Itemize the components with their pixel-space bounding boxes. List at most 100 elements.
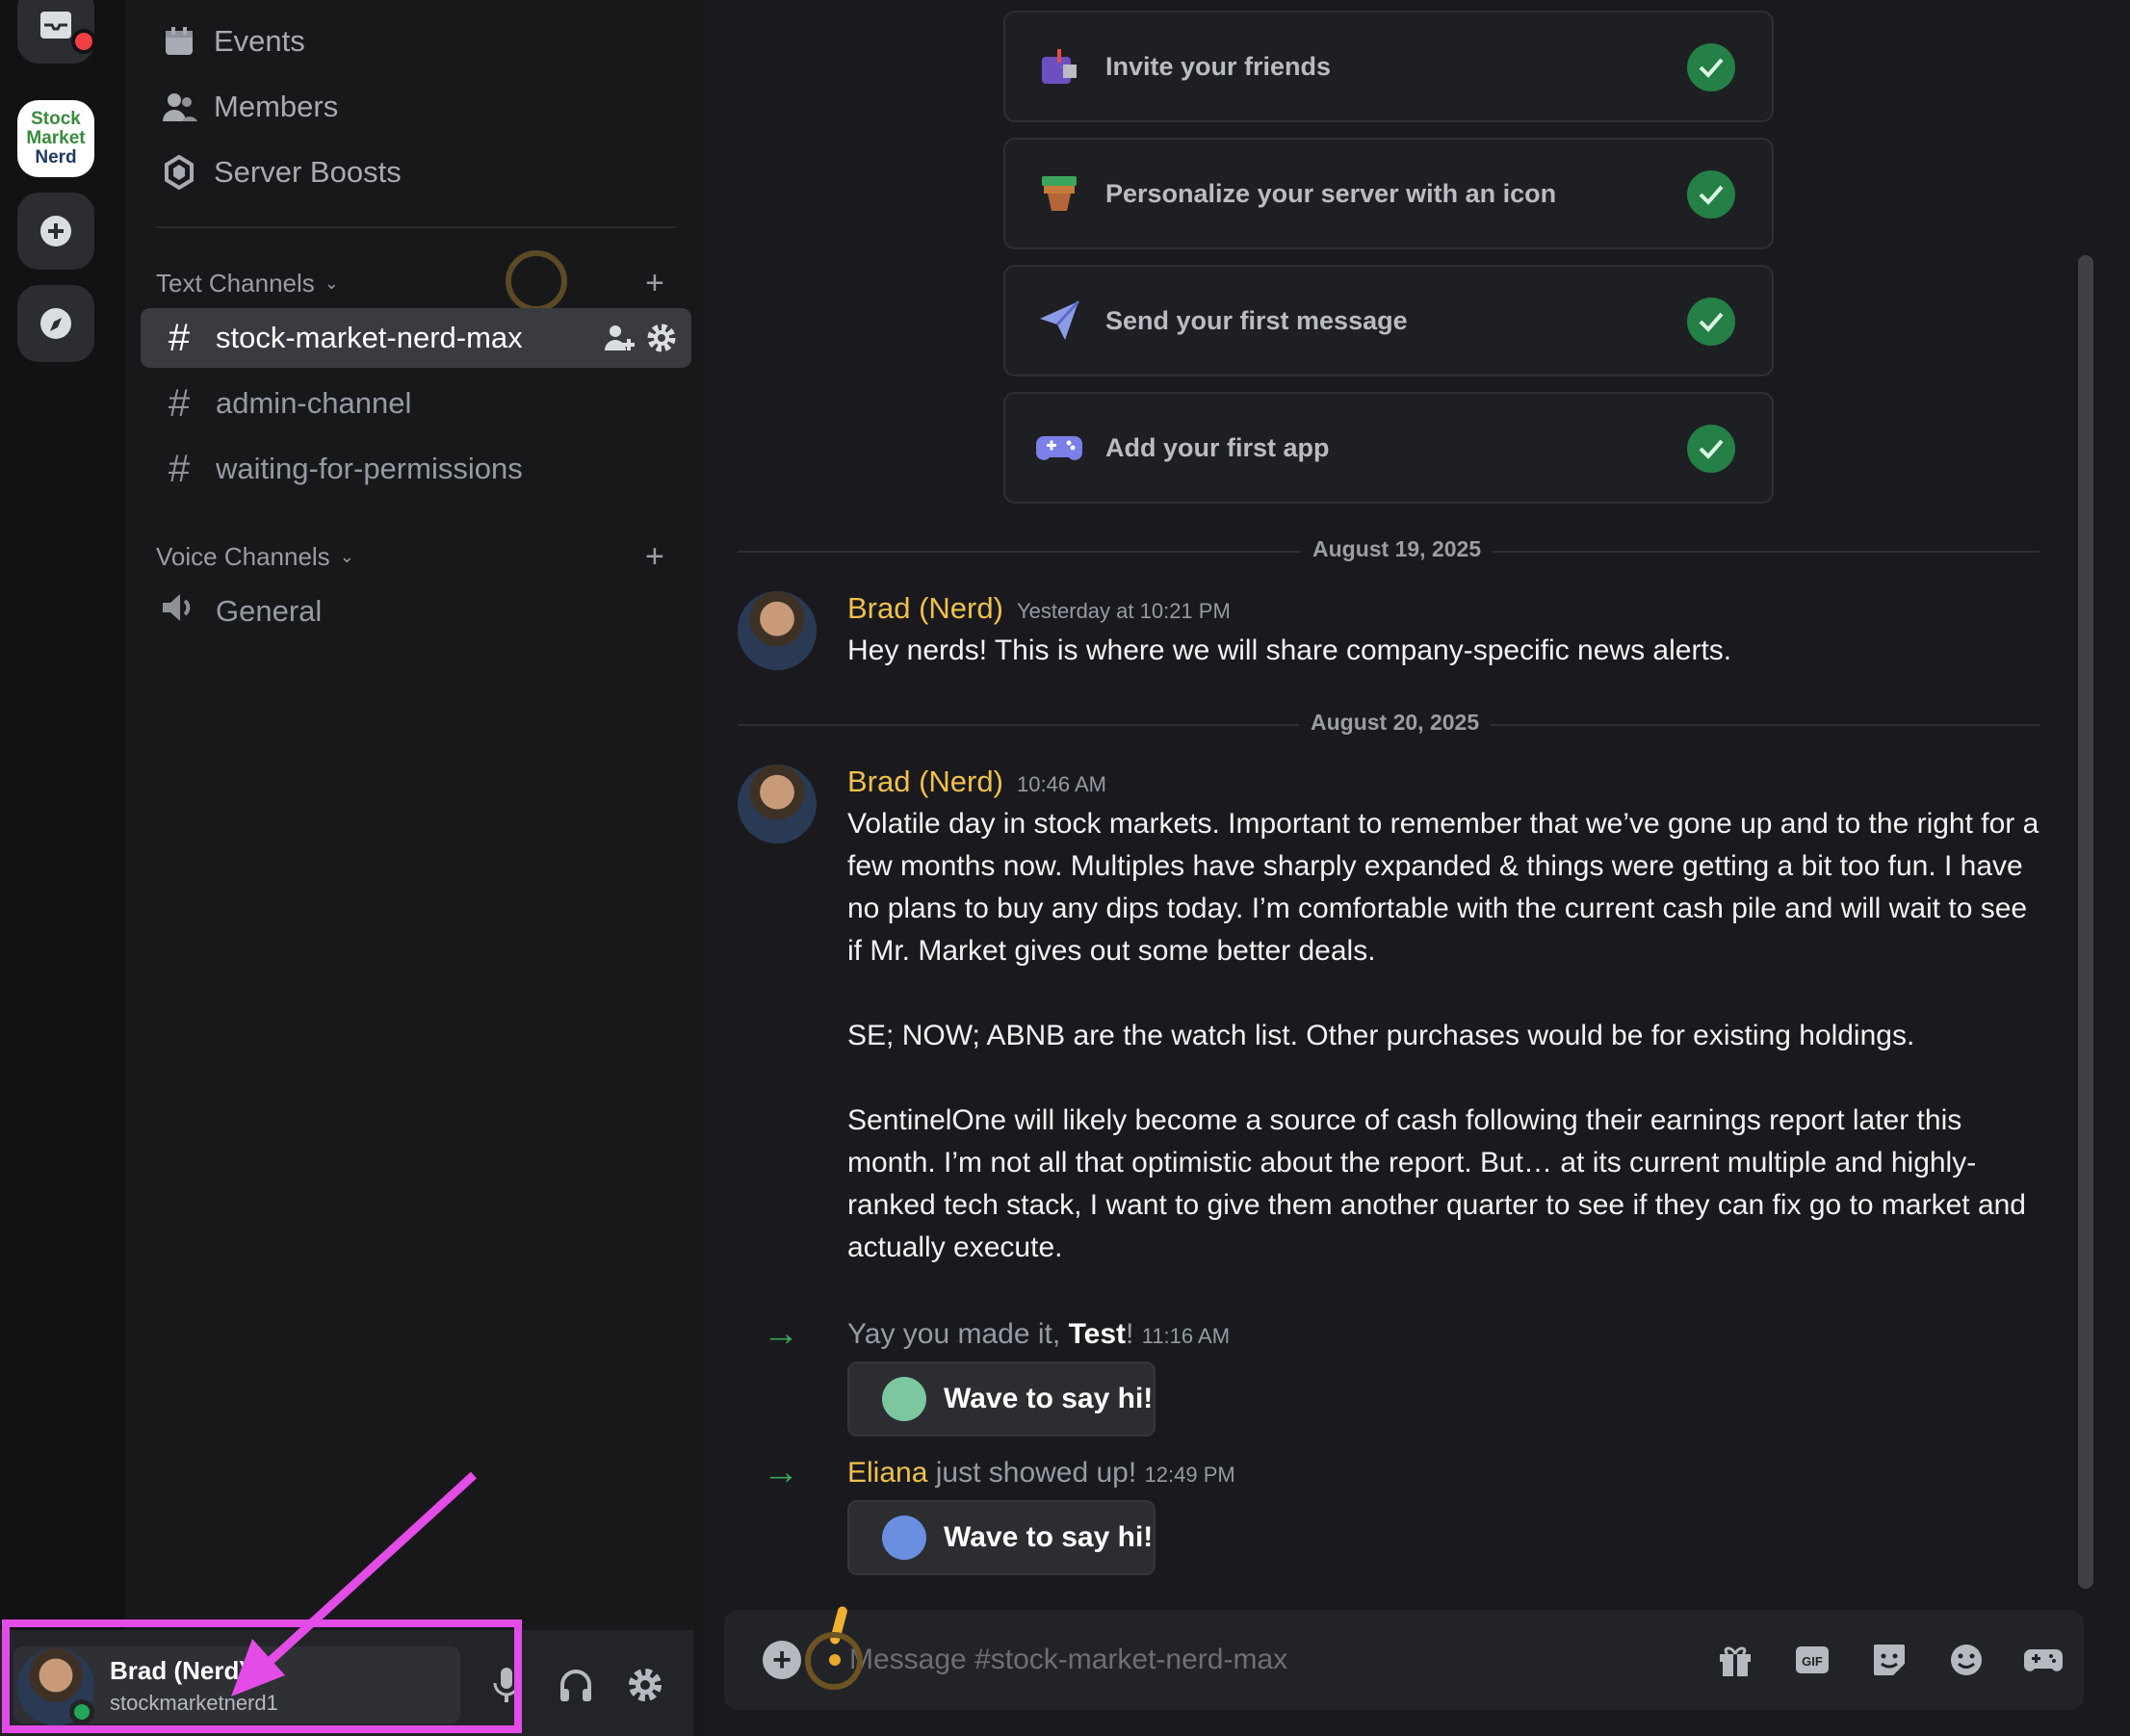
add-server-button[interactable] [17, 193, 94, 270]
channel-actions [603, 322, 678, 354]
joined-user-name[interactable]: Test [1069, 1318, 1126, 1350]
message-timestamp: 12:49 PM [1144, 1463, 1235, 1487]
smiley-icon [1951, 1645, 1982, 1675]
gamepad-icon [2024, 1649, 2063, 1671]
members-icon [156, 91, 202, 123]
scrollbar-thumb[interactable] [2078, 255, 2093, 1589]
message-paragraph: Hey nerds! This is where we will share c… [847, 635, 1732, 666]
headphones-icon [560, 1670, 591, 1701]
channel-voice-general[interactable]: General [141, 582, 691, 641]
annotation-highlight-box [2, 1619, 522, 1733]
date-label: August 19, 2025 [1301, 536, 1494, 562]
boost-icon [156, 155, 202, 190]
checklist-item-invite[interactable]: Invite your friends [1003, 11, 1774, 122]
join-prefix: Yay you made it, [847, 1318, 1069, 1350]
cursor-ring-indicator [506, 250, 567, 312]
message-composer: + GIF [724, 1610, 2084, 1710]
checklist-label: Add your first app [1105, 432, 1330, 462]
sidebar-item-label: Members [214, 90, 339, 123]
avatar[interactable] [738, 764, 817, 843]
compass-icon [40, 308, 71, 339]
message-paragraph: SentinelOne will likely become a source … [847, 1104, 2026, 1263]
category-label: Voice Channels [156, 541, 330, 571]
message-timestamp: 11:16 AM [1141, 1324, 1231, 1348]
pot-icon [1034, 168, 1084, 219]
join-arrow-icon: → [763, 1452, 799, 1492]
server-rail: Stock Market Nerd [0, 0, 125, 1736]
checkmark-icon [1687, 170, 1735, 219]
discover-button[interactable] [17, 285, 94, 362]
channel-label: General [216, 594, 323, 628]
sidebar-item-server-boosts[interactable]: Server Boosts [156, 145, 402, 199]
message-timestamp: 10:46 AM [1017, 772, 1106, 796]
create-voice-channel-button[interactable]: + [645, 540, 664, 573]
discord-app: Stock Market Nerd Events Members Server … [0, 0, 2130, 1736]
mailbox-icon [1034, 41, 1084, 91]
checkmark-icon [1687, 43, 1735, 91]
message-paragraph: Volatile day in stock markets. Important… [847, 808, 2039, 967]
chevron-down-icon: ⌄ [324, 272, 339, 293]
svg-text:GIF: GIF [1802, 1654, 1823, 1669]
user-settings-button[interactable] [618, 1658, 672, 1712]
paper-plane-icon [1034, 296, 1084, 346]
logo-line-1: Stock [31, 109, 81, 129]
gif-button[interactable]: GIF [1789, 1637, 1835, 1683]
message-input[interactable] [849, 1635, 1620, 1685]
sticker-icon [1874, 1645, 1905, 1675]
server-icon-stock-market-nerd[interactable]: Stock Market Nerd [17, 100, 94, 177]
checklist-item-first-app[interactable]: Add your first app [1003, 392, 1774, 504]
apps-button[interactable] [2020, 1637, 2066, 1683]
deafen-button[interactable] [549, 1658, 603, 1712]
message-paragraph: SE; NOW; ABNB are the watch list. Other … [847, 1020, 1915, 1051]
channel-label: admin-channel [216, 386, 412, 420]
sidebar-item-members[interactable]: Members [156, 80, 338, 134]
inbox-button[interactable] [17, 0, 96, 64]
chat-area: Invite your friends Personalize your ser… [709, 0, 2130, 1736]
gear-icon [629, 1669, 662, 1701]
category-text-channels[interactable]: Text Channels ⌄ [156, 264, 339, 302]
channel-sidebar: Events Members Server Boosts Text Channe… [125, 0, 708, 1736]
message-content: Volatile day in stock markets. Important… [847, 803, 2041, 1269]
sidebar-item-label: Events [214, 24, 305, 58]
checklist-label: Invite your friends [1105, 51, 1332, 81]
wave-sticker-icon [882, 1377, 926, 1421]
click-indicator-dot [829, 1654, 841, 1666]
category-voice-channels[interactable]: Voice Channels ⌄ [156, 537, 354, 576]
checkmark-icon [1687, 425, 1735, 473]
checklist-item-first-message[interactable]: Send your first message [1003, 265, 1774, 376]
logo-line-3: Nerd [35, 147, 77, 168]
invite-member-icon[interactable] [603, 322, 636, 354]
sidebar-item-events[interactable]: Events [156, 14, 305, 68]
gift-button[interactable] [1712, 1637, 1758, 1683]
sticker-button[interactable] [1866, 1637, 1912, 1683]
sidebar-item-label: Server Boosts [214, 155, 402, 189]
message-timestamp: Yesterday at 10:21 PM [1017, 599, 1231, 623]
channel-stock-market-nerd-max[interactable]: # stock-market-nerd-max [141, 308, 691, 368]
gear-icon[interactable] [645, 322, 678, 354]
message-author[interactable]: Brad (Nerd) [847, 591, 1003, 626]
join-suffix: ! [1126, 1318, 1134, 1350]
wave-button[interactable]: Wave to say hi! [847, 1361, 1156, 1437]
plus-circle-icon [40, 216, 71, 246]
checklist-label: Send your first message [1105, 305, 1408, 335]
wave-button-label: Wave to say hi! [944, 1383, 1154, 1414]
join-arrow-icon: → [763, 1313, 799, 1354]
emoji-button[interactable] [1943, 1637, 1989, 1683]
checklist-item-personalize[interactable]: Personalize your server with an icon [1003, 138, 1774, 249]
notification-dot [71, 29, 96, 54]
speaker-icon [158, 590, 200, 634]
gif-icon: GIF [1796, 1646, 1829, 1673]
attach-plus-button[interactable]: + [763, 1641, 801, 1679]
message-author[interactable]: Brad (Nerd) [847, 764, 1003, 799]
channel-waiting-for-permissions[interactable]: # waiting-for-permissions [141, 439, 691, 499]
channel-admin-channel[interactable]: # admin-channel [141, 374, 691, 433]
create-text-channel-button[interactable]: + [645, 267, 664, 299]
sidebar-divider [156, 226, 676, 228]
join-suffix: just showed up! [927, 1457, 1137, 1489]
channel-label: waiting-for-permissions [216, 452, 523, 485]
gift-icon [1720, 1646, 1751, 1676]
joined-user-name[interactable]: Eliana [847, 1457, 927, 1489]
calendar-icon [156, 25, 202, 58]
avatar[interactable] [738, 591, 817, 670]
wave-button[interactable]: Wave to say hi! [847, 1500, 1156, 1575]
